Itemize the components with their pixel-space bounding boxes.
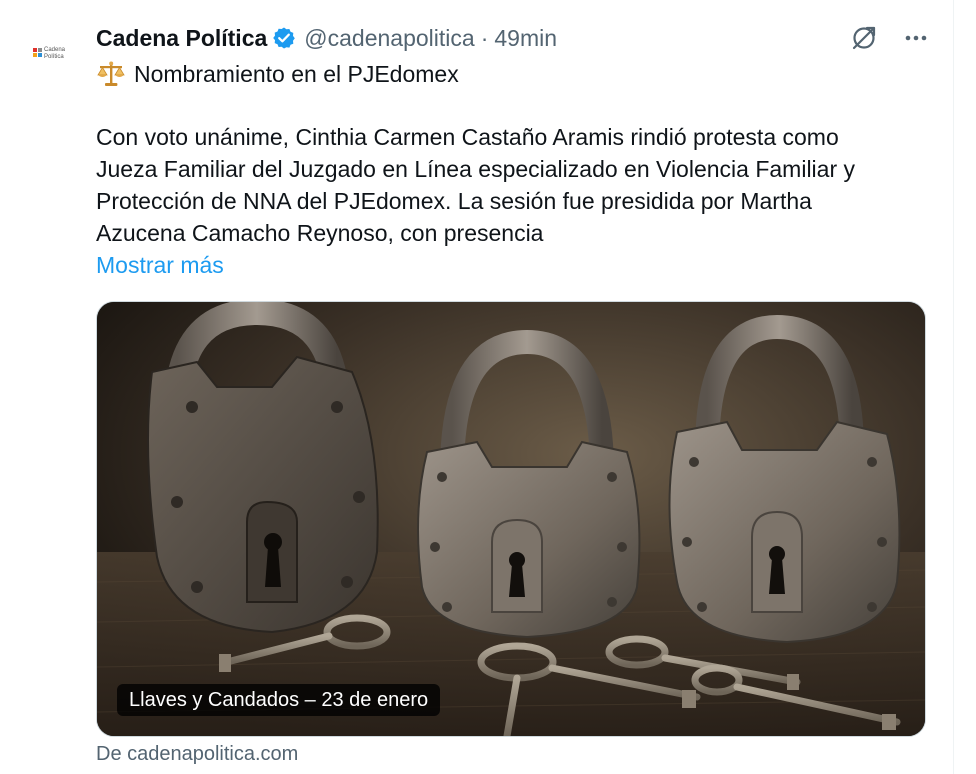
timestamp[interactable]: 49min [494, 25, 557, 52]
svg-text:Política: Política [44, 54, 64, 60]
separator-dot: · [480, 24, 489, 51]
link-card[interactable]: Llaves y Candados – 23 de enero [96, 301, 926, 737]
header-actions [850, 20, 930, 56]
balance-scale-icon [96, 59, 126, 89]
user-handle[interactable]: @cadenapolitica [304, 25, 474, 52]
tweet-body: Con voto unánime, Cinthia Carmen Castaño… [96, 121, 926, 249]
tweet-body-line: Protección de NNA del PJEdomex. La sesió… [96, 188, 812, 214]
avatar[interactable]: Cadena Política [24, 26, 76, 78]
more-options-icon[interactable] [902, 24, 930, 52]
tweet-body-line: Jueza Familiar del Juzgado en Línea espe… [96, 156, 855, 182]
padlocks-image [97, 302, 925, 736]
timeline-divider [953, 0, 954, 774]
grok-icon[interactable] [850, 24, 878, 52]
tweet-title-line: Nombramiento en el PJEdomex [96, 58, 459, 90]
svg-text:Cadena: Cadena [44, 47, 66, 53]
card-caption: Llaves y Candados – 23 de enero [117, 684, 441, 716]
tweet-header: Cadena Política @cadenapolitica · 49min [96, 20, 557, 56]
verified-badge-icon[interactable] [272, 26, 296, 50]
show-more-link[interactable]: Mostrar más [96, 249, 224, 281]
cadena-politica-logo-icon: Cadena Política [24, 26, 76, 78]
tweet-title: Nombramiento en el PJEdomex [134, 61, 459, 87]
tweet-body-line: Azucena Camacho Reynoso, con presencia [96, 220, 544, 246]
tweet-body-line: Con voto unánime, Cinthia Carmen Castaño… [96, 124, 839, 150]
card-source-link[interactable]: De cadenapolitica.com [96, 740, 298, 768]
display-name[interactable]: Cadena Política [96, 25, 267, 52]
